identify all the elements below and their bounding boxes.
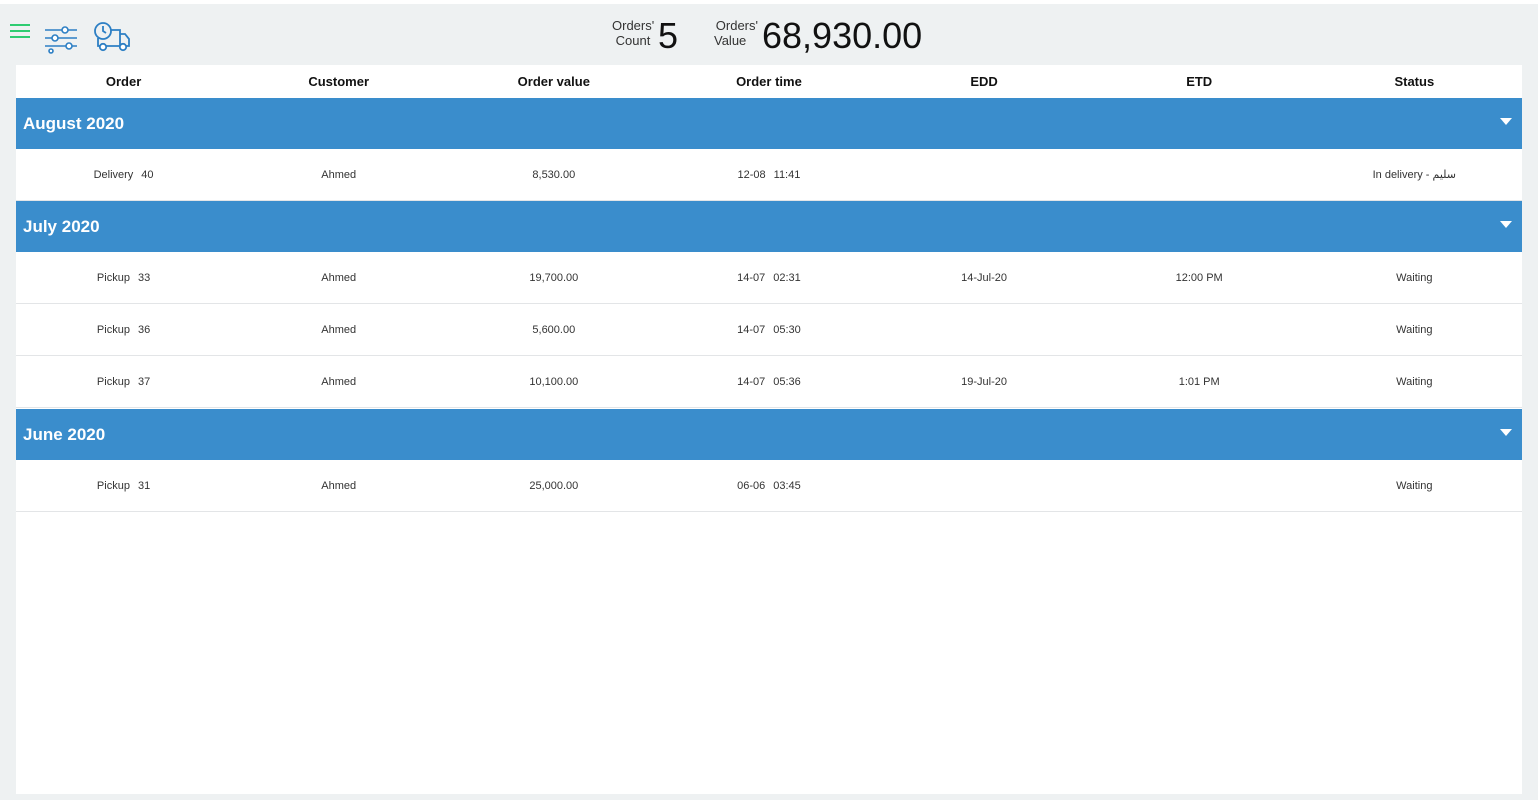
order-time-cell: 14-07 05:36 [661, 356, 876, 407]
chevron-down-icon[interactable] [1500, 429, 1512, 436]
table-row[interactable]: Pickup 33 Ahmed 19,700.00 14-07 02:31 14-J… [16, 252, 1522, 304]
order-date: 14-07 [737, 271, 766, 284]
group-header-august-2020[interactable]: August 2020 [16, 98, 1522, 149]
order-cell: Pickup 36 [16, 304, 231, 355]
order-value-cell: 8,530.00 [532, 168, 576, 181]
etd-cell: 1:01 PM [1178, 375, 1220, 388]
etd-cell [1092, 304, 1307, 355]
edd-cell: 19-Jul-20 [961, 375, 1007, 388]
order-value-cell: 19,700.00 [529, 271, 579, 284]
column-header-status[interactable]: Status [1307, 65, 1522, 98]
orders-value-label-line2: Value [714, 33, 747, 48]
etd-cell [1092, 460, 1307, 511]
chevron-down-icon[interactable] [1500, 221, 1512, 228]
order-type: Pickup [96, 271, 130, 284]
column-header-order[interactable]: Order [16, 65, 231, 98]
order-clock-time: 05:30 [773, 323, 801, 336]
group-title: July 2020 [23, 217, 100, 236]
orders-value-label: Orders' Value [714, 18, 758, 48]
delivery-truck-clock-icon[interactable] [92, 20, 132, 54]
order-type: Pickup [96, 323, 130, 336]
order-value-cell: 25,000.00 [529, 479, 579, 492]
customer-cell: Ahmed [321, 323, 357, 336]
order-clock-time: 11:41 [773, 168, 801, 181]
customer-cell: Ahmed [321, 375, 357, 388]
order-cell: Delivery 40 [16, 149, 231, 200]
etd-cell: 12:00 PM [1175, 271, 1223, 284]
status-cell: Waiting [1396, 479, 1433, 492]
filter-sliders-icon[interactable] [43, 24, 79, 54]
customer-cell: Ahmed [321, 168, 357, 181]
group-header-july-2020[interactable]: July 2020 [16, 201, 1522, 252]
order-cell: Pickup 33 [16, 252, 231, 303]
order-cell: Pickup 31 [16, 460, 231, 511]
customer-cell: Ahmed [321, 271, 357, 284]
table-row[interactable]: Pickup 37 Ahmed 10,100.00 14-07 05:36 19-J… [16, 356, 1522, 408]
menu-icon[interactable] [8, 22, 32, 42]
order-number: 40 [141, 168, 154, 181]
orders-value-amount: 68,930.00 [762, 15, 923, 56]
etd-cell [1092, 149, 1307, 200]
customer-cell: Ahmed [321, 479, 357, 492]
chevron-down-icon[interactable] [1500, 118, 1512, 125]
table-row[interactable]: Pickup 36 Ahmed 5,600.00 14-07 05:30 Waiti… [16, 304, 1522, 356]
group-header-june-2020[interactable]: June 2020 [16, 409, 1522, 460]
order-number: 31 [137, 479, 151, 492]
toolbar: Orders' Count 5 Orders' Value 68,930.00 [0, 4, 1538, 64]
order-date: 14-07 [737, 375, 766, 388]
order-time-cell: 14-07 02:31 [661, 252, 876, 303]
orders-value-stat: Orders' Value 68,930.00 [714, 14, 934, 58]
orders-table: Order Customer Order value Order time ED… [16, 65, 1522, 794]
order-value-cell: 10,100.00 [529, 375, 579, 388]
group-title: June 2020 [23, 425, 106, 444]
order-cell: Pickup 37 [16, 356, 231, 407]
orders-count-label: Orders' Count [612, 18, 654, 48]
orders-count-label-line2: Count [615, 33, 651, 48]
order-date: 14-07 [737, 323, 766, 336]
order-type: Pickup [96, 479, 130, 492]
column-header-order-time[interactable]: Order time [661, 65, 876, 98]
order-clock-time: 03:45 [773, 479, 801, 492]
table-row[interactable]: Pickup 31 Ahmed 25,000.00 06-06 03:45 Wait… [16, 460, 1522, 512]
order-date: 06-06 [737, 479, 766, 492]
order-value-cell: 5,600.00 [532, 323, 576, 336]
edd-cell [877, 304, 1092, 355]
order-time-cell: 14-07 05:30 [661, 304, 876, 355]
order-date: 12-08 [737, 168, 766, 181]
table-row[interactable]: Delivery 40 Ahmed 8,530.00 12-08 11:41 In … [16, 149, 1522, 201]
order-number: 36 [137, 323, 151, 336]
order-number: 33 [137, 271, 151, 284]
edd-cell [877, 149, 1092, 200]
order-clock-time: 02:31 [773, 271, 801, 284]
order-time-cell: 12-08 11:41 [661, 149, 876, 200]
orders-count-label-line1: Orders' [612, 18, 655, 33]
orders-count-value: 5 [658, 15, 679, 56]
order-type: Pickup [96, 375, 130, 388]
status-cell: In delivery - سليم [1372, 169, 1457, 181]
order-time-cell: 06-06 03:45 [661, 460, 876, 511]
order-number: 37 [137, 375, 151, 388]
group-title: August 2020 [23, 114, 125, 133]
status-cell: Waiting [1396, 375, 1433, 388]
status-cell: Waiting [1396, 323, 1433, 336]
table-header: Order Customer Order value Order time ED… [16, 65, 1522, 98]
column-header-customer[interactable]: Customer [231, 65, 446, 98]
order-type: Delivery [93, 168, 134, 181]
orders-count-stat: Orders' Count 5 [612, 14, 692, 58]
column-header-order-value[interactable]: Order value [446, 65, 661, 98]
edd-cell: 14-Jul-20 [961, 271, 1007, 284]
column-header-etd[interactable]: ETD [1092, 65, 1307, 98]
column-header-edd[interactable]: EDD [877, 65, 1092, 98]
status-cell: Waiting [1396, 271, 1433, 284]
orders-value-label-line1: Orders' [715, 18, 758, 33]
edd-cell [877, 460, 1092, 511]
order-clock-time: 05:36 [773, 375, 801, 388]
